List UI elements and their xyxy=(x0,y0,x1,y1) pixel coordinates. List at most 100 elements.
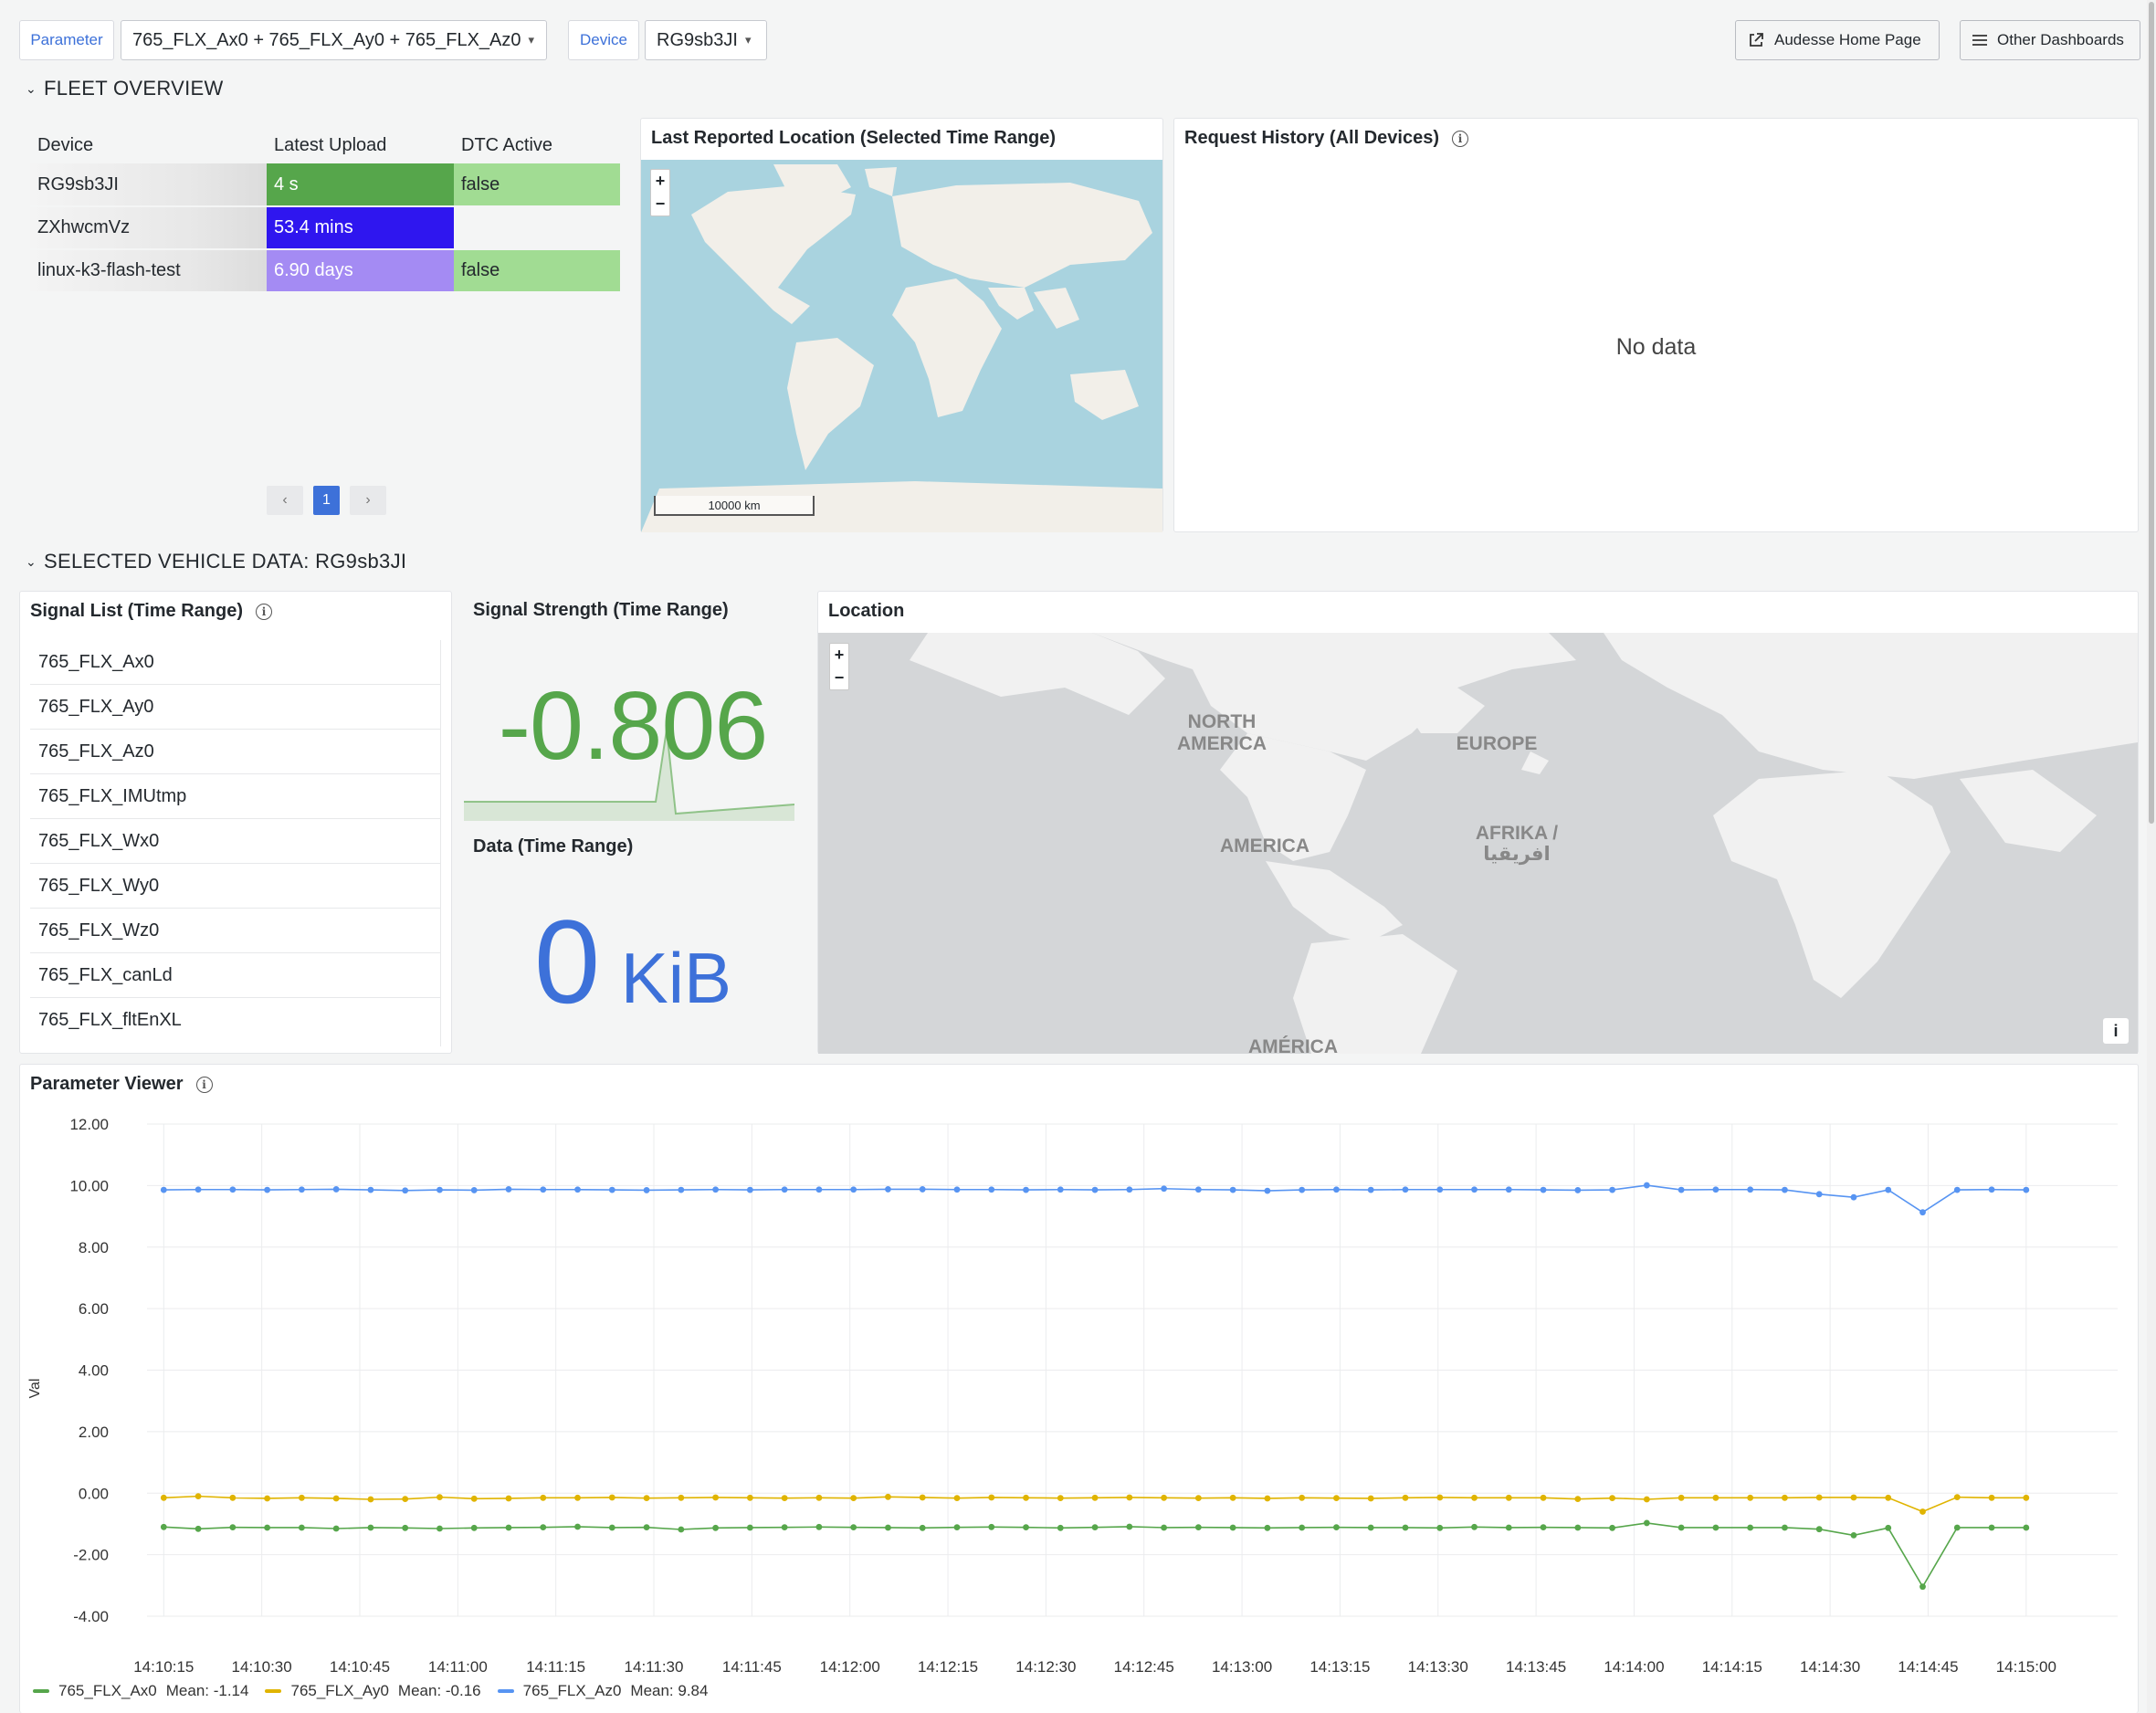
list-item[interactable]: 765_FLX_Wx0 xyxy=(30,819,440,864)
legend-swatch xyxy=(265,1689,282,1693)
page-button[interactable]: 1 xyxy=(313,486,340,515)
x-tick-label: 14:12:45 xyxy=(1114,1658,1174,1676)
selected-vehicle-row[interactable]: ⌄ SELECTED VEHICLE DATA: RG9sb3JI xyxy=(26,550,406,573)
data-point xyxy=(1023,1186,1029,1193)
device-select[interactable]: RG9sb3JI ▾ xyxy=(645,20,767,60)
data-point xyxy=(1850,1193,1857,1201)
data-point xyxy=(1333,1186,1340,1193)
chevron-down-icon: ▾ xyxy=(744,33,752,47)
list-item[interactable]: 765_FLX_IMUtmp xyxy=(30,774,440,819)
data-point xyxy=(1953,1524,1961,1531)
data-point xyxy=(1815,1526,1823,1533)
data-point xyxy=(332,1525,340,1532)
zoom-out-button[interactable]: − xyxy=(835,667,845,689)
data-point xyxy=(1540,1524,1547,1531)
data-point xyxy=(1402,1524,1409,1531)
data-point xyxy=(1161,1185,1168,1193)
data-point xyxy=(402,1496,409,1503)
no-data-text: No data xyxy=(1615,334,1697,360)
prev-page-button[interactable]: ‹ xyxy=(267,486,303,515)
zoom-controls: + − xyxy=(829,643,849,690)
data-point xyxy=(850,1495,857,1502)
data-point xyxy=(1988,1524,1995,1531)
zoom-in-button[interactable]: + xyxy=(835,644,845,667)
legend-item-az0[interactable]: 765_FLX_Az0 Mean: 9.84 xyxy=(497,1682,708,1700)
info-icon[interactable]: i xyxy=(256,603,272,620)
x-tick-label: 14:12:30 xyxy=(1015,1658,1076,1676)
data-point xyxy=(436,1494,443,1501)
attribution-button[interactable]: i xyxy=(2103,1018,2129,1044)
legend-item-ax0[interactable]: 765_FLX_Ax0 Mean: -1.14 xyxy=(33,1682,248,1700)
parameter-chart[interactable]: 12.00 10.00 8.00 6.00 4.00 2.00 0.00 -2.00 -4.00… xyxy=(19,1100,2139,1676)
map-label-america-south: AMÉRICA xyxy=(1248,1036,1338,1054)
data-point xyxy=(1471,1494,1478,1501)
fleet-overview-title: FLEET OVERVIEW xyxy=(44,77,224,100)
list-item[interactable]: 765_FLX_fltEnXL xyxy=(30,998,440,1043)
table-row[interactable]: ZXhwcmVz 53.4 mins xyxy=(30,206,620,250)
info-icon[interactable]: i xyxy=(195,1076,213,1093)
data-point xyxy=(229,1524,237,1531)
data-point xyxy=(367,1524,374,1531)
data-point xyxy=(540,1186,547,1193)
data-point xyxy=(1782,1494,1788,1501)
data-point xyxy=(885,1524,891,1531)
data-point xyxy=(1023,1494,1029,1501)
signal-sparkline xyxy=(464,730,794,821)
data-point xyxy=(1264,1187,1271,1194)
list-item[interactable]: 765_FLX_Ax0 xyxy=(30,640,440,685)
column-header-device[interactable]: Device xyxy=(30,128,267,163)
data-point xyxy=(264,1495,271,1502)
scrollbar-thumb[interactable] xyxy=(2149,2,2154,824)
data-point xyxy=(402,1524,409,1531)
world-map[interactable] xyxy=(641,160,1162,532)
data-point xyxy=(229,1186,237,1193)
data-point xyxy=(1023,1524,1029,1531)
data-point xyxy=(1299,1524,1306,1531)
x-tick-label: 14:10:45 xyxy=(330,1658,390,1676)
data-point xyxy=(746,1186,753,1193)
data-point xyxy=(1505,1524,1512,1531)
parameter-select-value: 765_FLX_Ax0 + 765_FLX_Ay0 + 765_FLX_Az0 xyxy=(132,29,521,50)
list-item[interactable]: 765_FLX_Az0 xyxy=(30,730,440,774)
data-point xyxy=(919,1524,926,1531)
data-point xyxy=(2023,1186,2030,1193)
selected-vehicle-title: SELECTED VEHICLE DATA: RG9sb3JI xyxy=(44,550,407,573)
table-row[interactable]: linux-k3-flash-test 6.90 days false xyxy=(30,249,620,293)
location-map[interactable]: NORTH AMERICA EUROPE AMERICA AFRIKA / اف… xyxy=(818,633,2138,1054)
data-point xyxy=(1747,1186,1754,1193)
list-item[interactable]: 765_FLX_Wy0 xyxy=(30,864,440,909)
other-dashboards-button[interactable]: Other Dashboards xyxy=(1960,20,2140,60)
list-item[interactable]: 765_FLX_Wz0 xyxy=(30,909,440,953)
data-point xyxy=(643,1187,650,1193)
list-item[interactable]: 765_FLX_Ay0 xyxy=(30,685,440,730)
list-item[interactable]: 765_FLX_canLd xyxy=(30,953,440,998)
x-tick-label: 14:12:00 xyxy=(820,1658,880,1676)
data-value: 0 KiB xyxy=(462,893,804,1030)
next-page-button[interactable]: › xyxy=(350,486,386,515)
table-row[interactable]: RG9sb3JI 4 s false xyxy=(30,163,620,207)
data-point xyxy=(781,1495,788,1502)
parameter-select[interactable]: 765_FLX_Ax0 + 765_FLX_Ay0 + 765_FLX_Az0 … xyxy=(121,20,547,60)
data-point xyxy=(1229,1524,1236,1531)
x-tick-label: 14:11:30 xyxy=(625,1658,684,1676)
info-icon[interactable]: i xyxy=(1451,130,1468,147)
data-point xyxy=(1436,1494,1444,1501)
data-point xyxy=(229,1494,237,1501)
data-point xyxy=(1126,1494,1133,1501)
column-header-latest-upload[interactable]: Latest Upload xyxy=(267,128,454,163)
data-point xyxy=(1953,1186,1961,1193)
data-point xyxy=(195,1186,202,1193)
zoom-in-button[interactable]: + xyxy=(656,170,666,193)
fleet-overview-row[interactable]: ⌄ FLEET OVERVIEW xyxy=(26,77,224,100)
legend-item-ay0[interactable]: 765_FLX_Ay0 Mean: -0.16 xyxy=(265,1682,481,1700)
data-point xyxy=(919,1186,926,1193)
data-point xyxy=(1091,1524,1099,1531)
data-point xyxy=(2023,1524,2030,1531)
zoom-out-button[interactable]: − xyxy=(656,193,666,215)
data-point xyxy=(1161,1524,1168,1531)
data-point xyxy=(195,1493,202,1500)
panel-title-wrap: Request History (All Devices) i xyxy=(1184,128,1468,149)
column-header-dtc-active[interactable]: DTC Active xyxy=(454,128,620,163)
home-page-button[interactable]: Audesse Home Page xyxy=(1735,20,1940,60)
scrollbar[interactable] xyxy=(2147,0,2156,1713)
